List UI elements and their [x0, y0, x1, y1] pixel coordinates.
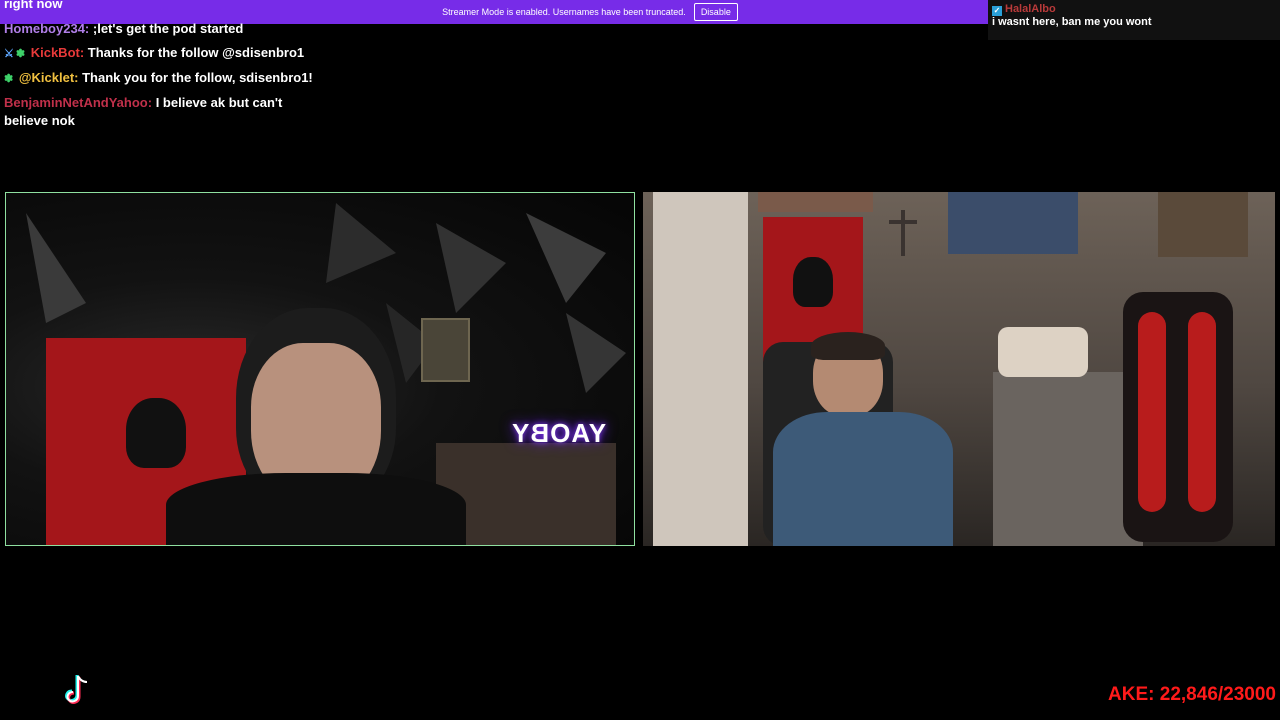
chat-message: ✽ @Kicklet: Thank you for the follow, sd…	[4, 69, 314, 88]
chat-username: Homeboy234:	[4, 21, 90, 36]
wall-banner	[758, 192, 873, 212]
cross-vertical	[901, 210, 905, 256]
gear-badge-icon: ✽	[15, 48, 26, 60]
guest-hair	[811, 332, 885, 360]
webcam-right	[643, 192, 1275, 546]
webcam-left: YAOBY	[5, 192, 635, 546]
pillow	[998, 327, 1088, 377]
follower-goal-counter: AKE: 22,846/23000	[1108, 684, 1276, 705]
cross-horizontal	[889, 220, 917, 224]
gaming-chair-stripe	[1188, 312, 1216, 512]
chat-text: i wasnt here, ban me you wont	[992, 16, 1152, 28]
chat-text: Thanks for the follow @sdisenbro1	[87, 45, 305, 60]
chat-message: Homeboy234: ;let's get the pod started	[4, 20, 314, 38]
sword-icon: ⚔	[4, 48, 14, 60]
chat-username: HalalAlbo	[1005, 3, 1056, 15]
eagle-emblem	[126, 398, 186, 468]
neon-sign: YAOBY	[511, 418, 607, 448]
eagle-emblem	[793, 257, 833, 307]
guest-shirt	[773, 412, 953, 546]
chat-username: BenjaminNetAndYahoo:	[4, 95, 153, 110]
chat-message: BenjaminNetAndYahoo: I believe ak but ca…	[4, 94, 314, 130]
disable-streamer-mode-button[interactable]: Disable	[693, 3, 738, 21]
chat-text: ;let's get the pod started	[92, 21, 244, 36]
streamer-shirt	[166, 473, 466, 545]
wall-painting	[948, 192, 1078, 254]
chat-partial-line: right now	[4, 0, 63, 11]
wall-frame	[421, 318, 470, 382]
chat-message: ⚔ ✽ KickBot: Thanks for the follow @sdise…	[4, 44, 314, 63]
verified-badge-icon: ✓	[992, 6, 1002, 16]
gear-badge-icon: ✽	[4, 73, 14, 85]
bed	[993, 372, 1143, 546]
streamer-mode-message: Streamer Mode is enabled. Usernames have…	[442, 7, 686, 17]
door	[653, 192, 748, 546]
gaming-chair-stripe	[1138, 312, 1166, 512]
stream-overlay: Streamer Mode is enabled. Usernames have…	[0, 0, 1280, 720]
chat-overlay: Homeboy234: ;let's get the pod started ⚔…	[4, 20, 314, 136]
chat-text: Thank you for the follow, sdisenbro1!	[82, 70, 313, 85]
chat-username: @Kicklet:	[18, 70, 79, 85]
lion-painting	[1158, 192, 1248, 257]
chat-username: KickBot:	[30, 45, 85, 60]
highlighted-chat-message: ✓ HalalAlbo i wasnt here, ban me you wont	[988, 0, 1280, 40]
tiktok-logo-icon	[65, 675, 88, 704]
